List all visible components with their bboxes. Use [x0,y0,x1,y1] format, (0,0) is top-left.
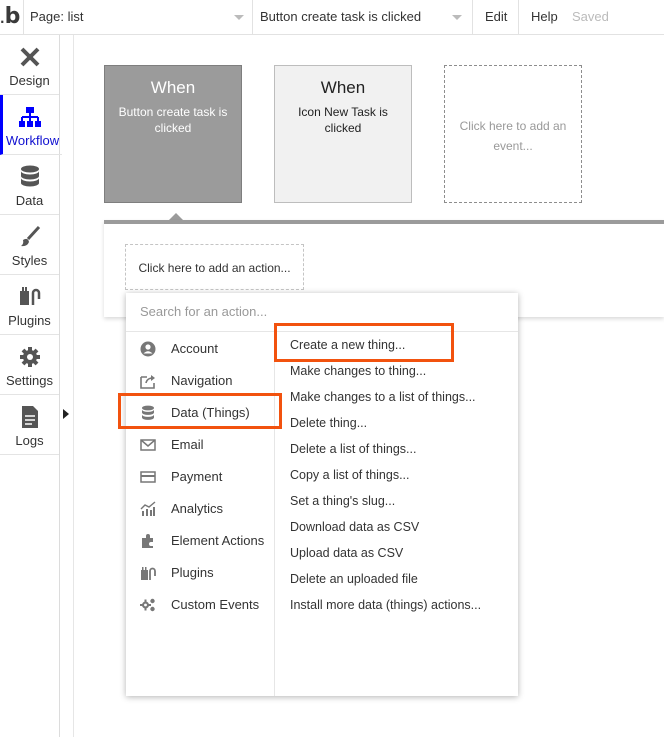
add-event-card[interactable]: Click here to add an event... [444,65,582,203]
settings-icon [20,347,40,367]
category-element-actions[interactable]: Element Actions [138,529,272,553]
plugins-icon [20,287,41,305]
category-custom-events[interactable]: Custom Events [138,593,272,617]
action-install-more[interactable]: Install more data (things) actions... [290,598,481,618]
category-label: Payment [171,469,223,484]
sidebar-item-label: Styles [11,253,48,268]
category-label: Element Actions [171,533,265,548]
action-copy-list[interactable]: Copy a list of things... [290,468,410,488]
styles-icon [21,225,41,247]
analytics-icon [140,501,156,516]
data-icon [21,165,39,187]
category-plugins[interactable]: Plugins [138,561,272,585]
event-card-button-create-task[interactable]: When Button create task is clicked [104,65,242,203]
top-bar: .b Page: list Button create task is clic… [0,0,664,35]
chevron-down-icon [234,15,244,20]
workflow-select[interactable]: Button create task is clicked [260,0,472,34]
sidebar-item-workflow[interactable]: Workflow [0,95,62,155]
navigation-icon [140,375,155,389]
action-make-changes-to-thing[interactable]: Make changes to thing... [290,364,426,384]
category-label: Custom Events [171,597,260,612]
edit-menu[interactable]: Edit [485,0,507,34]
left-sidebar: Design Workflow Data Styles Plugins Sett… [0,35,62,737]
sidebar-item-data[interactable]: Data [0,155,59,215]
page-select[interactable]: Page: list [30,0,252,34]
action-make-changes-to-list[interactable]: Make changes to a list of things... [290,390,476,410]
action-download-csv[interactable]: Download data as CSV [290,520,419,540]
category-analytics[interactable]: Analytics [138,497,272,521]
action-delete-thing[interactable]: Delete thing... [290,416,367,436]
action-set-slug[interactable]: Set a thing's slug... [290,494,395,514]
email-icon [140,439,156,451]
add-event-label: Click here to add an event... [459,119,567,153]
logs-icon [22,406,38,428]
category-email[interactable]: Email [138,433,272,457]
sidebar-item-label: Data [15,193,44,208]
account-icon [140,341,156,357]
divider [23,0,24,34]
sidebar-item-label: Plugins [8,313,51,328]
design-icon [20,47,40,67]
event-when-label: When [150,78,196,97]
sidebar-item-label: Design [9,73,50,88]
event-description: Icon New Task is clicked [298,105,388,135]
bubble-logo[interactable]: .b [0,4,22,30]
category-label: Analytics [171,501,224,516]
category-label: Email [171,437,204,452]
sidebar-item-settings[interactable]: Settings [0,335,59,395]
divider [274,332,275,696]
plugins-icon [141,567,156,580]
sidebar-item-styles[interactable]: Styles [0,215,59,275]
sidebar-item-plugins[interactable]: Plugins [0,275,59,335]
divider [518,0,519,34]
action-search-input[interactable]: Search for an action... [140,299,510,325]
category-navigation[interactable]: Navigation [138,369,272,393]
sidebar-item-label: Settings [6,373,53,388]
divider [472,0,473,34]
event-description: Button create task is clicked [118,105,228,135]
sidebar-item-label: Logs [15,433,44,448]
sidebar-item-logs[interactable]: Logs [0,395,59,455]
event-card-icon-new-task[interactable]: When Icon New Task is clicked [274,65,412,203]
category-label: Plugins [171,565,214,580]
highlight-box-data-things [118,393,282,429]
sidebar-item-label: Workflow [5,133,60,148]
event-when-label: When [320,78,366,97]
action-upload-csv[interactable]: Upload data as CSV [290,546,403,566]
custom-events-icon [140,598,155,612]
category-account[interactable]: Account [138,337,272,361]
category-label: Account [171,341,218,356]
element-actions-icon [142,534,153,548]
action-delete-list[interactable]: Delete a list of things... [290,442,416,462]
payment-icon [140,471,156,483]
help-menu[interactable]: Help [531,0,558,34]
workflow-icon [19,107,41,127]
divider [252,0,253,34]
saved-status: Saved [572,9,609,24]
highlight-box-create-new-thing [274,323,454,362]
collapse-sidebar-arrow-icon[interactable] [63,409,69,419]
action-delete-uploaded-file[interactable]: Delete an uploaded file [290,572,418,592]
category-payment[interactable]: Payment [138,465,272,489]
category-label: Navigation [171,373,233,388]
canvas-divider [73,35,74,737]
add-action-button[interactable]: Click here to add an action... [125,244,304,290]
chevron-down-icon [452,15,462,20]
sidebar-item-design[interactable]: Design [0,35,59,95]
